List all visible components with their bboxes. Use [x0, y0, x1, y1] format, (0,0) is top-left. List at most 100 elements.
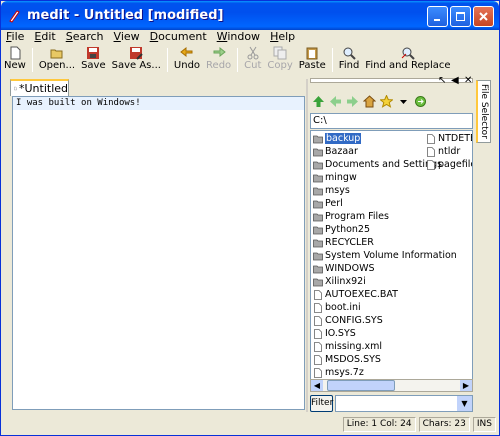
pane-close-icon[interactable]: ✕ — [464, 75, 472, 86]
save-as-button[interactable]: Save As... — [109, 46, 164, 74]
filter-combo[interactable]: ▼ — [335, 395, 473, 412]
file-item[interactable]: CONFIG.SYS — [313, 314, 457, 327]
close-icon — [479, 12, 488, 21]
new-document-icon — [10, 46, 21, 60]
folder-icon — [313, 265, 323, 273]
undo-button[interactable]: Undo — [171, 46, 203, 74]
cut-button[interactable]: Cut — [241, 46, 264, 74]
paste-clipboard-icon — [306, 47, 318, 60]
chevron-down-icon[interactable]: ▼ — [457, 396, 472, 411]
menu-accel: S — [65, 30, 73, 43]
file-icon — [314, 328, 322, 339]
find-replace-label: Find and Replace — [365, 60, 451, 71]
folder-item[interactable]: Python25 — [313, 223, 457, 236]
menu-document[interactable]: Document — [145, 30, 212, 45]
scroll-thumb[interactable] — [327, 380, 395, 391]
filter-row: Filter ▼ — [310, 395, 473, 412]
copy-button[interactable]: Copy — [264, 46, 295, 74]
tab-untitled[interactable]: *Untitled — [10, 79, 69, 96]
text-editor[interactable]: I was built on Windows! — [12, 96, 305, 410]
folder-item[interactable]: Perl — [313, 197, 457, 210]
open-button[interactable]: Open... — [36, 46, 78, 74]
file-name: RECYCLER — [325, 237, 374, 248]
menu-file[interactable]: File — [1, 30, 29, 45]
file-name: Python25 — [325, 224, 371, 235]
file-item[interactable]: ntldr — [426, 145, 472, 158]
folder-item[interactable]: msys — [313, 184, 457, 197]
file-item[interactable]: missing.xml — [313, 340, 457, 353]
find-replace-button[interactable]: Find and Replace — [362, 46, 453, 74]
file-name: CONFIG.SYS — [325, 315, 383, 326]
dropdown-arrow-icon[interactable] — [397, 95, 410, 108]
tab-file-selector[interactable]: File Selector — [476, 80, 491, 143]
file-item[interactable]: msys.7z — [313, 366, 457, 379]
open-label: Open... — [38, 60, 76, 71]
folder-item[interactable]: RECYCLER — [313, 236, 457, 249]
medit-app-icon — [9, 9, 20, 23]
file-item[interactable]: IO.SYS — [313, 327, 457, 340]
file-list[interactable]: backup Bazaar Documents and Settings mingw m… — [310, 130, 473, 392]
forward-arrow-icon[interactable] — [346, 95, 359, 108]
paste-button[interactable]: Paste — [296, 46, 329, 74]
close-button[interactable] — [473, 6, 494, 27]
folder-icon — [313, 135, 323, 143]
minimize-button[interactable] — [427, 6, 448, 27]
current-line[interactable]: I was built on Windows! — [13, 97, 304, 110]
file-name: AUTOEXEC.BAT — [325, 289, 398, 300]
find-button[interactable]: Find — [336, 46, 363, 74]
folder-item[interactable]: mingw — [313, 171, 457, 184]
save-as-icon — [130, 47, 143, 60]
title-bar[interactable]: medit - Untitled [modified] — [1, 1, 499, 30]
new-button[interactable]: New — [1, 46, 29, 74]
scroll-right-icon[interactable]: ▶ — [460, 380, 472, 391]
file-name: NTDETECT — [438, 133, 472, 144]
scroll-left-icon[interactable]: ◀ — [311, 380, 323, 391]
filter-button[interactable]: Filter — [310, 395, 333, 412]
status-chars: Chars: 23 — [418, 417, 470, 432]
folder-icon — [313, 213, 323, 221]
file-icon — [314, 354, 322, 365]
file-name: mingw — [325, 172, 357, 183]
file-item[interactable]: boot.ini — [313, 301, 457, 314]
find-label: Find — [338, 60, 360, 71]
file-item[interactable]: pagefile.s — [426, 158, 472, 171]
folder-icon — [313, 161, 323, 169]
menu-edit[interactable]: Edit — [29, 30, 60, 45]
folder-item[interactable]: WINDOWS — [313, 262, 457, 275]
up-arrow-icon[interactable] — [312, 95, 325, 108]
folder-item[interactable]: System Volume Information — [313, 249, 457, 262]
redo-button[interactable]: Redo — [203, 46, 234, 74]
pane-handle[interactable] — [310, 78, 473, 83]
file-item[interactable]: NTDETECT — [426, 132, 472, 145]
file-name: WINDOWS — [325, 263, 375, 274]
paste-label: Paste — [298, 60, 326, 71]
horizontal-scrollbar[interactable]: ◀ ▶ — [310, 379, 473, 392]
pane-splitter[interactable] — [306, 79, 308, 412]
go-icon[interactable] — [414, 95, 427, 108]
magnifier-icon — [343, 47, 356, 60]
home-icon[interactable] — [363, 94, 376, 108]
maximize-button[interactable] — [450, 6, 471, 27]
file-name: Bazaar — [325, 146, 358, 157]
file-item[interactable]: MSDOS.SYS — [313, 353, 457, 366]
menu-help[interactable]: Help — [265, 30, 300, 45]
file-item[interactable]: AUTOEXEC.BAT — [313, 288, 457, 301]
menu-view[interactable]: View — [109, 30, 145, 45]
tab-label: *Untitled — [18, 82, 68, 95]
file-name: missing.xml — [325, 341, 383, 352]
caption-buttons — [427, 6, 494, 27]
path-input[interactable]: C:\ — [310, 113, 473, 129]
menu-bar: File Edit Search View Document Window He… — [1, 30, 499, 45]
folder-item[interactable]: Program Files — [313, 210, 457, 223]
pane-arrow-icon[interactable]: ↖ — [438, 75, 446, 86]
menu-label: elp — [278, 30, 296, 43]
bookmark-star-icon[interactable] — [380, 94, 393, 108]
pane-collapse-icon[interactable]: ◀ — [451, 75, 459, 86]
maximize-icon — [456, 12, 465, 21]
menu-search[interactable]: Search — [61, 30, 109, 45]
save-button[interactable]: Save — [78, 46, 109, 74]
folder-item[interactable]: Xilinx92i — [313, 275, 457, 288]
back-arrow-icon[interactable] — [329, 95, 342, 108]
menu-window[interactable]: Window — [212, 30, 265, 45]
status-position: Line: 1 Col: 24 — [342, 417, 416, 432]
